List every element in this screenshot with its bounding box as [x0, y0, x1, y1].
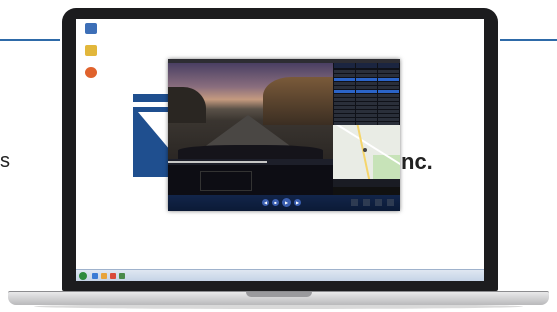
explorer-icon[interactable] — [92, 273, 98, 279]
video-dashboard — [178, 145, 323, 159]
desktop-icon-2[interactable] — [82, 45, 100, 56]
header-accent-line-left — [0, 39, 60, 41]
file-list-panel[interactable] — [333, 63, 400, 125]
laptop-notch — [246, 292, 312, 297]
settings-button[interactable] — [375, 199, 382, 206]
map-park-area — [373, 155, 400, 179]
file-list-row[interactable] — [333, 86, 400, 89]
tab-3[interactable] — [378, 63, 399, 68]
playback-controls: ◀ ■ ▶ ▶ — [168, 195, 400, 211]
file-list-row[interactable] — [333, 110, 400, 113]
recycle-bin-icon — [85, 23, 97, 34]
map-highway — [355, 125, 373, 179]
g-sensor-graph — [200, 171, 252, 191]
media-taskbar-icon[interactable] — [110, 273, 116, 279]
start-button[interactable] — [79, 272, 87, 280]
gps-map[interactable] — [333, 125, 400, 179]
folder-icon — [85, 45, 97, 56]
app-taskbar-icon[interactable] — [119, 273, 125, 279]
previous-button[interactable]: ◀ — [262, 199, 269, 206]
file-list-row[interactable] — [333, 102, 400, 105]
file-list-row[interactable] — [333, 90, 400, 93]
company-name-fragment: nc. — [401, 149, 433, 174]
file-list-row[interactable] — [333, 74, 400, 77]
header-accent-line-right — [500, 39, 557, 41]
file-list-row[interactable] — [333, 106, 400, 109]
timeline-progress — [168, 161, 267, 163]
video-viewer[interactable] — [168, 63, 333, 159]
file-list-row[interactable] — [333, 98, 400, 101]
export-button[interactable] — [363, 199, 370, 206]
snapshot-button[interactable] — [351, 199, 358, 206]
taskbar — [76, 269, 484, 281]
file-list[interactable] — [333, 70, 400, 126]
gps-info-bar — [333, 179, 400, 187]
location-pin-icon — [363, 148, 367, 152]
file-list-row[interactable] — [333, 118, 400, 121]
background-text-fragment: s — [0, 150, 10, 172]
file-list-row[interactable] — [333, 82, 400, 85]
file-list-row[interactable] — [333, 114, 400, 117]
dashcam-player-window[interactable]: ◀ ■ ▶ ▶ — [168, 59, 400, 211]
file-list-row[interactable] — [333, 78, 400, 81]
folder-taskbar-icon[interactable] — [101, 273, 107, 279]
desktop-icon-1[interactable] — [82, 23, 100, 34]
app-shortcut-icon — [85, 67, 97, 78]
play-button[interactable]: ▶ — [282, 198, 291, 207]
fullscreen-button[interactable] — [387, 199, 394, 206]
laptop-screen: nc. ◀ ■ ▶ ▶ — [76, 19, 484, 281]
tab-1[interactable] — [334, 63, 355, 68]
sensor-panel — [168, 165, 333, 195]
tab-2[interactable] — [356, 63, 377, 68]
next-button[interactable]: ▶ — [294, 199, 301, 206]
file-list-row[interactable] — [333, 70, 400, 73]
stop-button[interactable]: ■ — [272, 199, 279, 206]
desktop-icon-3[interactable] — [82, 67, 100, 78]
file-list-row[interactable] — [333, 94, 400, 97]
